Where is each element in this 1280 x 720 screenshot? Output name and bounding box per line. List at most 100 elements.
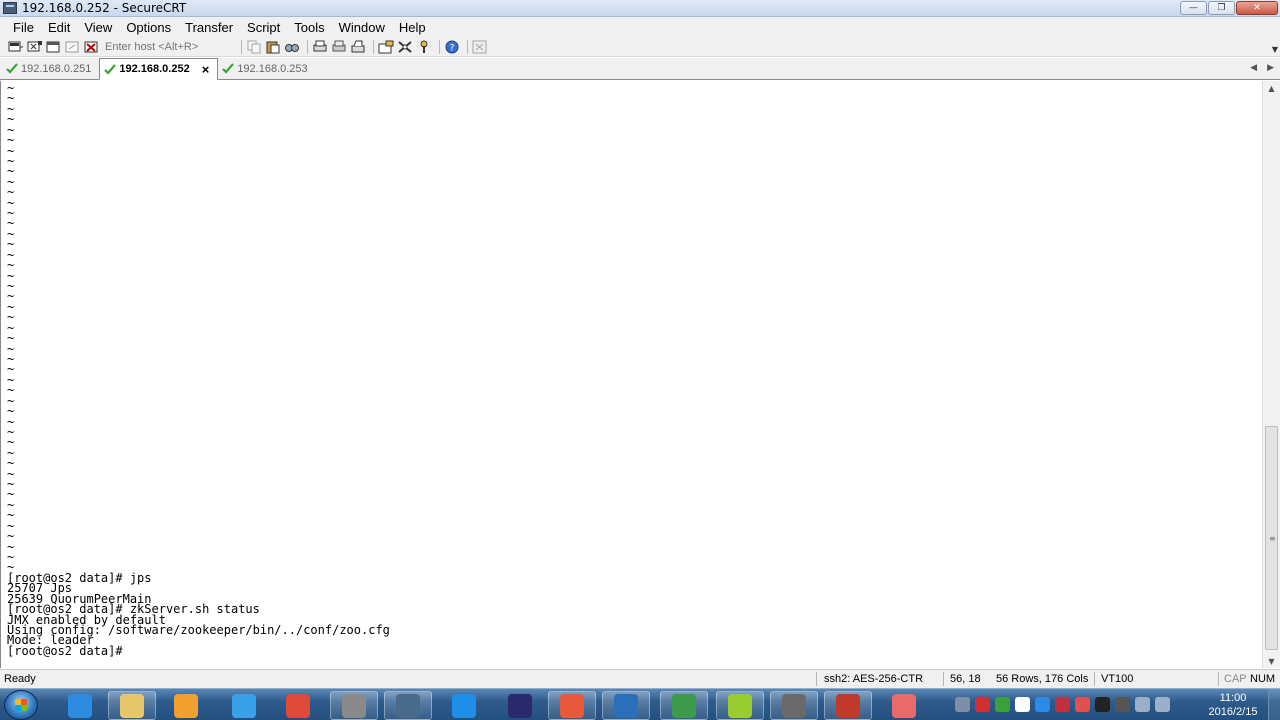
eclipse-icon bbox=[508, 693, 532, 718]
connected-check-icon bbox=[222, 63, 235, 74]
antivirus-tray-icon[interactable] bbox=[1115, 697, 1130, 712]
tool-app-icon bbox=[560, 693, 584, 718]
terminal-empty-line: ~ bbox=[7, 331, 15, 346]
taskbar-cloud-drive-button[interactable] bbox=[220, 691, 268, 720]
vpn-client-icon bbox=[396, 693, 420, 718]
menu-window[interactable]: Window bbox=[332, 20, 392, 35]
toolbar-separator bbox=[373, 39, 374, 54]
enter-host-input[interactable] bbox=[103, 39, 233, 54]
terminal-empty-line: ~ bbox=[7, 477, 15, 492]
volume-tray-icon[interactable] bbox=[1155, 697, 1170, 712]
feather-tray-icon[interactable] bbox=[1035, 697, 1050, 712]
terminal-empty-line: ~ bbox=[7, 497, 15, 512]
network-app-tray-icon[interactable] bbox=[975, 697, 990, 712]
status-bar: Ready ssh2: AES-256-CTR 56, 18 56 Rows, … bbox=[0, 669, 1280, 688]
tab-192-168-0-252[interactable]: 192.168.0.252 × bbox=[99, 58, 219, 80]
tab-scroll-left-icon[interactable]: ◀ bbox=[1250, 63, 1257, 73]
menu-bar: File Edit View Options Transfer Script T… bbox=[0, 17, 1280, 37]
menu-options[interactable]: Options bbox=[119, 20, 178, 35]
menu-tools[interactable]: Tools bbox=[287, 20, 331, 35]
show-desktop-button[interactable] bbox=[1268, 689, 1280, 720]
terminal-empty-line: ~ bbox=[7, 549, 15, 564]
connect-in-tab-icon[interactable] bbox=[46, 40, 62, 54]
taskbar-virtualbox-button[interactable] bbox=[602, 691, 650, 720]
sftp-icon[interactable] bbox=[472, 40, 488, 54]
taskbar-internet-explorer-button[interactable] bbox=[56, 691, 104, 720]
system-clock[interactable]: 11:00 2016/2/15 bbox=[1202, 691, 1264, 719]
scroll-up-icon[interactable]: ▲ bbox=[1263, 81, 1280, 95]
chrome-icon bbox=[286, 693, 310, 718]
find-icon[interactable] bbox=[284, 40, 300, 54]
tab-close-icon[interactable]: × bbox=[202, 62, 210, 77]
menu-view[interactable]: View bbox=[77, 20, 119, 35]
title-bar: 192.168.0.252 - SecureCRT — ❐ ✕ bbox=[0, 0, 1280, 17]
taskbar-editor-p-button[interactable] bbox=[660, 691, 708, 720]
taskbar-note-app-button[interactable] bbox=[440, 691, 488, 720]
terminal-pane[interactable]: ~ ~ ~ ~ ~ ~ ~ ~ ~ ~ ~ ~ ~ ~ ~ ~ ~ ~ ~ ~ ~ ~ ~ ~ ~ ~ ~ ~ ~ ~ ~ ~ ~ ~ ~ ~ ~ ~ ~ ~… bbox=[0, 81, 1262, 668]
menu-transfer[interactable]: Transfer bbox=[178, 20, 240, 35]
shield-tray-icon[interactable] bbox=[1055, 697, 1070, 712]
status-divider bbox=[1094, 672, 1095, 686]
svg-text:?: ? bbox=[450, 43, 455, 53]
taskbar-chrome-button[interactable] bbox=[274, 691, 322, 720]
keymap-icon[interactable] bbox=[416, 40, 432, 54]
taskbar-securecrt-button[interactable] bbox=[770, 691, 818, 720]
session-options-icon[interactable] bbox=[378, 40, 394, 54]
global-options-icon[interactable] bbox=[397, 40, 413, 54]
sync-tray-icon[interactable] bbox=[995, 697, 1010, 712]
reconnect-icon[interactable] bbox=[65, 40, 81, 54]
print-icon[interactable] bbox=[312, 40, 328, 54]
cloud-drive-icon bbox=[232, 693, 256, 718]
tab-label: 192.168.0.253 bbox=[237, 62, 308, 75]
print-setup-icon[interactable] bbox=[350, 40, 366, 54]
quick-connect-icon[interactable] bbox=[27, 40, 43, 54]
windows-flag-tray-icon[interactable] bbox=[1015, 697, 1030, 712]
status-caps-lock: CAP bbox=[1224, 673, 1247, 685]
minimize-button[interactable]: — bbox=[1180, 1, 1207, 15]
menu-edit[interactable]: Edit bbox=[41, 20, 77, 35]
paste-icon[interactable] bbox=[265, 40, 281, 54]
taskbar-eclipse-button[interactable] bbox=[496, 691, 544, 720]
tab-192-168-0-251[interactable]: 192.168.0.251 bbox=[2, 58, 99, 79]
taskbar-media-player-button[interactable] bbox=[162, 691, 210, 720]
securecrt-app-icon[interactable] bbox=[3, 2, 17, 14]
tab-192-168-0-253[interactable]: 192.168.0.253 bbox=[218, 58, 315, 79]
terminal-empty-line: ~ bbox=[7, 414, 15, 429]
scroll-down-icon[interactable]: ▼ bbox=[1263, 654, 1280, 668]
keyboard-tray-icon[interactable] bbox=[955, 697, 970, 712]
eraser-app-icon bbox=[892, 693, 916, 718]
menu-file[interactable]: File bbox=[6, 20, 41, 35]
toolbar-overflow-icon[interactable]: ▼ bbox=[1272, 45, 1278, 54]
taskbar-pdf-reader-button[interactable] bbox=[824, 691, 872, 720]
network-tray-icon[interactable] bbox=[1135, 697, 1150, 712]
tab-scroll-right-icon[interactable]: ▶ bbox=[1267, 63, 1274, 73]
connected-check-icon bbox=[104, 63, 117, 75]
scrollbar-thumb[interactable]: ≡ bbox=[1265, 426, 1278, 650]
taskbar-eraser-app-button[interactable] bbox=[880, 691, 928, 720]
terminal-empty-line: ~ bbox=[7, 529, 15, 544]
taskbar-mindmap-m-button[interactable] bbox=[716, 691, 764, 720]
toolbar-separator bbox=[307, 39, 308, 54]
connect-icon[interactable] bbox=[8, 40, 24, 54]
start-button[interactable] bbox=[4, 690, 38, 720]
menu-help[interactable]: Help bbox=[392, 20, 433, 35]
app-tray-icon[interactable] bbox=[1075, 697, 1090, 712]
taskbar-file-explorer-button[interactable] bbox=[108, 691, 156, 720]
terminal-scrollbar[interactable]: ▲ ≡ ▼ bbox=[1262, 81, 1280, 668]
terminal-empty-line: ~ bbox=[7, 341, 15, 356]
disconnect-icon[interactable] bbox=[84, 40, 100, 54]
terminal-empty-line: ~ bbox=[7, 508, 15, 523]
menu-script[interactable]: Script bbox=[240, 20, 287, 35]
penguin-tray-icon[interactable] bbox=[1095, 697, 1110, 712]
copy-icon[interactable] bbox=[246, 40, 262, 54]
terminal-empty-line: ~ bbox=[7, 279, 15, 294]
close-button[interactable]: ✕ bbox=[1236, 1, 1278, 15]
taskbar-tool-app-button[interactable] bbox=[548, 691, 596, 720]
taskbar-securefx-button[interactable] bbox=[330, 691, 378, 720]
help-icon[interactable]: ? bbox=[444, 40, 460, 54]
terminal-empty-line: ~ bbox=[7, 518, 15, 533]
print-selection-icon[interactable] bbox=[331, 40, 347, 54]
maximize-button[interactable]: ❐ bbox=[1208, 1, 1235, 15]
terminal-empty-line: ~ bbox=[7, 383, 15, 398]
taskbar-vpn-client-button[interactable] bbox=[384, 691, 432, 720]
